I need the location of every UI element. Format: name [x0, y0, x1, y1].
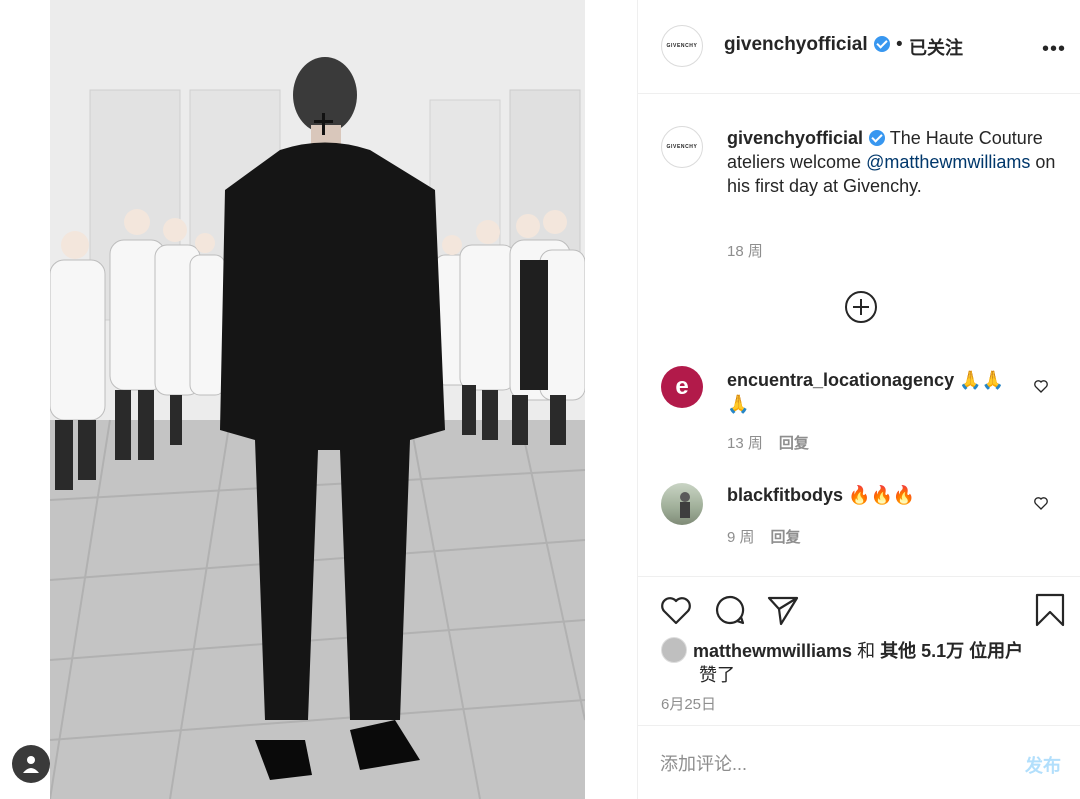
- post-photo-illustration: [50, 0, 585, 799]
- header-separator: •: [896, 34, 903, 55]
- share-send-icon[interactable]: [766, 593, 800, 627]
- load-more-comments-icon[interactable]: [845, 291, 877, 323]
- author-username[interactable]: givenchyofficial: [724, 34, 890, 56]
- comment-bubble-icon[interactable]: [713, 593, 747, 627]
- comment-meta: 13 周回复: [727, 432, 809, 453]
- instagram-post-page: GIVENCHY givenchyofficial • 已关注 ••• GIVE…: [0, 0, 1080, 799]
- commenter-avatar-photo: [680, 492, 690, 518]
- comment-time[interactable]: 9 周: [727, 529, 755, 546]
- liker-avatar[interactable]: [661, 637, 687, 663]
- commenter-avatar[interactable]: [661, 483, 703, 525]
- caption-verified-badge-icon: [869, 130, 886, 146]
- comment-body: blackfitbodys 🔥🔥🔥: [727, 483, 1017, 507]
- comment-input[interactable]: [660, 750, 990, 778]
- verified-badge-icon: [873, 36, 890, 52]
- account-icon[interactable]: [12, 745, 50, 783]
- post-date[interactable]: 6月25日: [661, 693, 716, 714]
- save-bookmark-icon[interactable]: [1033, 593, 1067, 627]
- comment-composer: 发布: [638, 725, 1080, 799]
- follow-status-button[interactable]: 已关注: [909, 34, 963, 60]
- post-header: GIVENCHY givenchyofficial • 已关注 •••: [638, 0, 1080, 94]
- post-actions-section: matthewmwilliams 和 其他 5.1万 位用户 赞了 6月25日: [638, 576, 1080, 726]
- likes-and: 和: [857, 641, 876, 661]
- comment-username[interactable]: blackfitbodys: [727, 485, 843, 505]
- comment-body: encuentra_locationagency 🙏🙏🙏: [727, 368, 1017, 416]
- comment-reply-button[interactable]: 回复: [771, 529, 801, 546]
- likes-summary: matthewmwilliams 和 其他 5.1万 位用户 赞了: [661, 637, 1061, 687]
- caption-mention-link[interactable]: @matthewmwilliams: [866, 152, 1030, 172]
- caption-time[interactable]: 18 周: [727, 240, 763, 261]
- likes-liked: 赞了: [699, 665, 735, 685]
- likes-others-count[interactable]: 其他 5.1万 位用户: [880, 641, 1023, 661]
- caption-brand-logo-text: GIVENCHY: [666, 144, 698, 150]
- photo-column: [0, 0, 637, 799]
- like-heart-icon[interactable]: [659, 593, 693, 627]
- commenter-avatar-letter: e: [675, 373, 689, 400]
- caption-username[interactable]: givenchyofficial: [727, 128, 863, 148]
- post-photo[interactable]: [50, 0, 585, 799]
- person-icon: [23, 756, 39, 773]
- comment-username[interactable]: encuentra_locationagency: [727, 370, 954, 390]
- liker-username[interactable]: matthewmwilliams: [693, 641, 852, 661]
- author-username-text: givenchyofficial: [724, 34, 868, 55]
- more-options-icon[interactable]: •••: [1042, 38, 1066, 61]
- comment-text: 🔥🔥🔥: [848, 485, 916, 505]
- comment-time[interactable]: 13 周: [727, 435, 763, 452]
- post-caption: givenchyofficial The Haute Couture ateli…: [727, 126, 1057, 198]
- post-comment-button[interactable]: 发布: [1025, 752, 1061, 778]
- post-side-panel: GIVENCHY givenchyofficial • 已关注 ••• GIVE…: [637, 0, 1080, 799]
- commenter-avatar[interactable]: e: [661, 366, 703, 408]
- comment-like-heart-icon[interactable]: [1033, 378, 1049, 394]
- comment-meta: 9 周回复: [727, 526, 801, 547]
- brand-logo-text: GIVENCHY: [666, 43, 698, 49]
- caption-author-avatar[interactable]: GIVENCHY: [661, 126, 703, 168]
- comment-reply-button[interactable]: 回复: [779, 435, 809, 452]
- author-avatar[interactable]: GIVENCHY: [661, 25, 703, 67]
- comment-like-heart-icon[interactable]: [1033, 495, 1049, 511]
